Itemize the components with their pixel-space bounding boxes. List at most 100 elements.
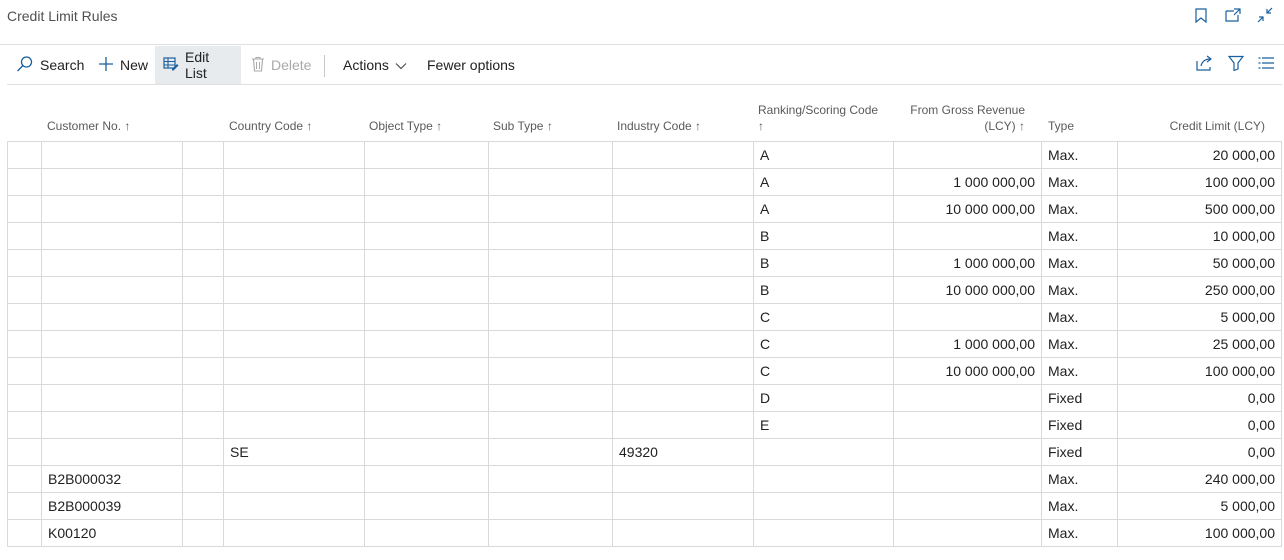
customer-no-cell[interactable]: B2B000039 bbox=[41, 492, 183, 520]
col-customer-no[interactable]: Customer No. ↑ bbox=[47, 118, 130, 134]
sub-type-cell[interactable] bbox=[488, 222, 613, 250]
industry-code-cell[interactable] bbox=[612, 330, 754, 358]
sub-type-cell[interactable] bbox=[488, 357, 613, 385]
object-type-cell[interactable] bbox=[364, 249, 489, 277]
ranking-scoring-code-cell[interactable]: C bbox=[753, 303, 894, 331]
ranking-scoring-code-cell[interactable] bbox=[753, 465, 894, 493]
industry-code-cell[interactable] bbox=[612, 303, 754, 331]
ranking-scoring-code-cell[interactable]: B bbox=[753, 276, 894, 304]
ranking-scoring-code-cell[interactable]: C bbox=[753, 357, 894, 385]
credit-limit-cell[interactable]: 5 000,00 bbox=[1117, 492, 1282, 520]
type-cell[interactable]: Fixed bbox=[1041, 411, 1118, 439]
sub-type-cell[interactable] bbox=[488, 141, 613, 169]
credit-limit-cell[interactable]: 20 000,00 bbox=[1117, 141, 1282, 169]
industry-code-cell[interactable] bbox=[612, 384, 754, 412]
object-type-cell[interactable] bbox=[364, 438, 489, 466]
industry-code-cell[interactable] bbox=[612, 357, 754, 385]
type-cell[interactable]: Fixed bbox=[1041, 384, 1118, 412]
table-row[interactable]: A1 000 000,00 Max. 100 000,00 bbox=[7, 168, 1282, 196]
table-row[interactable]: SE 49320 Fixed 0,00 bbox=[7, 438, 1282, 466]
object-type-cell[interactable] bbox=[364, 384, 489, 412]
col-ranking-scoring-code[interactable]: Ranking/Scoring Code ↑ bbox=[758, 102, 878, 134]
ranking-scoring-code-cell[interactable] bbox=[753, 492, 894, 520]
fewer-options-button[interactable]: Fewer options bbox=[419, 46, 523, 84]
industry-code-cell[interactable] bbox=[612, 492, 754, 520]
search-button[interactable]: Search bbox=[8, 46, 92, 84]
col-sub-type[interactable]: Sub Type ↑ bbox=[493, 118, 553, 134]
sub-type-cell[interactable] bbox=[488, 195, 613, 223]
object-type-cell[interactable] bbox=[364, 141, 489, 169]
country-code-cell[interactable] bbox=[223, 303, 365, 331]
table-row[interactable]: C1 000 000,00 Max. 25 000,00 bbox=[7, 330, 1282, 358]
sub-type-cell[interactable] bbox=[488, 465, 613, 493]
customer-no-cell[interactable] bbox=[41, 384, 183, 412]
object-type-cell[interactable] bbox=[364, 411, 489, 439]
object-type-cell[interactable] bbox=[364, 357, 489, 385]
object-type-cell[interactable] bbox=[364, 519, 489, 547]
credit-limit-cell[interactable]: 100 000,00 bbox=[1117, 519, 1282, 547]
industry-code-cell[interactable] bbox=[612, 411, 754, 439]
type-cell[interactable]: Max. bbox=[1041, 195, 1118, 223]
table-row[interactable]: A Max. 20 000,00 bbox=[7, 141, 1282, 169]
type-cell[interactable]: Max. bbox=[1041, 492, 1118, 520]
sub-type-cell[interactable] bbox=[488, 168, 613, 196]
country-code-cell[interactable] bbox=[223, 222, 365, 250]
customer-no-cell[interactable]: K00120 bbox=[41, 519, 183, 547]
table-row[interactable]: B Max. 10 000,00 bbox=[7, 222, 1282, 250]
table-row[interactable]: E Fixed 0,00 bbox=[7, 411, 1282, 439]
table-row[interactable]: D Fixed 0,00 bbox=[7, 384, 1282, 412]
credit-limit-cell[interactable]: 10 000,00 bbox=[1117, 222, 1282, 250]
country-code-cell[interactable] bbox=[223, 195, 365, 223]
object-type-cell[interactable] bbox=[364, 492, 489, 520]
from-gross-revenue-cell[interactable]: 10 000 000,00 bbox=[893, 357, 1042, 385]
customer-no-cell[interactable]: B2B000032 bbox=[41, 465, 183, 493]
customer-no-cell[interactable] bbox=[41, 168, 183, 196]
type-cell[interactable]: Max. bbox=[1041, 168, 1118, 196]
col-credit-limit[interactable]: Credit Limit (LCY) bbox=[1130, 118, 1265, 134]
type-cell[interactable]: Max. bbox=[1041, 222, 1118, 250]
customer-no-cell[interactable] bbox=[41, 276, 183, 304]
sub-type-cell[interactable] bbox=[488, 303, 613, 331]
sub-type-cell[interactable] bbox=[488, 492, 613, 520]
sub-type-cell[interactable] bbox=[488, 276, 613, 304]
ranking-scoring-code-cell[interactable]: A bbox=[753, 168, 894, 196]
customer-no-cell[interactable] bbox=[41, 357, 183, 385]
country-code-cell[interactable] bbox=[223, 249, 365, 277]
country-code-cell[interactable] bbox=[223, 357, 365, 385]
filter-icon[interactable] bbox=[1227, 55, 1245, 76]
collapse-icon[interactable] bbox=[1256, 6, 1274, 24]
industry-code-cell[interactable] bbox=[612, 276, 754, 304]
object-type-cell[interactable] bbox=[364, 465, 489, 493]
object-type-cell[interactable] bbox=[364, 303, 489, 331]
sub-type-cell[interactable] bbox=[488, 384, 613, 412]
table-row[interactable]: A 10 000 000,00 Max. 500 000,00 bbox=[7, 195, 1282, 223]
credit-limit-cell[interactable]: 5 000,00 bbox=[1117, 303, 1282, 331]
customer-no-cell[interactable] bbox=[41, 222, 183, 250]
industry-code-cell[interactable] bbox=[612, 195, 754, 223]
credit-limit-cell[interactable]: 0,00 bbox=[1117, 438, 1282, 466]
type-cell[interactable]: Max. bbox=[1041, 519, 1118, 547]
country-code-cell[interactable] bbox=[223, 411, 365, 439]
country-code-cell[interactable] bbox=[223, 330, 365, 358]
country-code-cell[interactable]: SE bbox=[223, 438, 365, 466]
credit-limit-cell[interactable]: 0,00 bbox=[1117, 384, 1282, 412]
customer-no-cell[interactable] bbox=[41, 195, 183, 223]
customer-no-cell[interactable] bbox=[41, 303, 183, 331]
col-object-type[interactable]: Object Type ↑ bbox=[369, 118, 442, 134]
country-code-cell[interactable] bbox=[223, 519, 365, 547]
type-cell[interactable]: Max. bbox=[1041, 303, 1118, 331]
from-gross-revenue-cell[interactable] bbox=[893, 519, 1042, 547]
col-from-gross-revenue[interactable]: From Gross Revenue (LCY) ↑ bbox=[880, 102, 1025, 134]
open-new-window-icon[interactable] bbox=[1224, 6, 1242, 24]
new-button[interactable]: New bbox=[90, 46, 156, 84]
credit-limit-cell[interactable]: 500 000,00 bbox=[1117, 195, 1282, 223]
customer-no-cell[interactable] bbox=[41, 438, 183, 466]
industry-code-cell[interactable] bbox=[612, 141, 754, 169]
ranking-scoring-code-cell[interactable] bbox=[753, 519, 894, 547]
credit-limit-cell[interactable]: 250 000,00 bbox=[1117, 276, 1282, 304]
ranking-scoring-code-cell[interactable]: A bbox=[753, 195, 894, 223]
sub-type-cell[interactable] bbox=[488, 330, 613, 358]
object-type-cell[interactable] bbox=[364, 195, 489, 223]
industry-code-cell[interactable] bbox=[612, 222, 754, 250]
sub-type-cell[interactable] bbox=[488, 411, 613, 439]
